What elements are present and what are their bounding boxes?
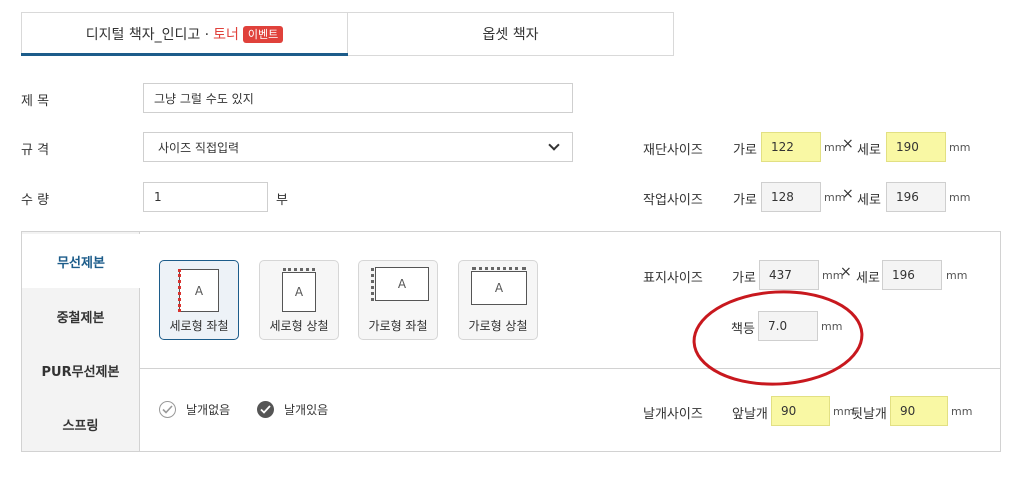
back-wing-label: 뒷날개 — [851, 407, 887, 422]
cover-height-value: 196 — [882, 260, 942, 290]
qty-unit: 부 — [276, 193, 288, 208]
binding-pur[interactable]: PUR무선제본 — [22, 343, 139, 397]
qty-label: 수 량 — [21, 193, 50, 208]
times-sign: × — [842, 136, 854, 152]
option-portrait-left[interactable]: A 세로형 좌철 — [159, 260, 239, 340]
spec-select-value: 사이즈 직접입력 — [158, 140, 240, 155]
cover-size-label: 표지사이즈 — [643, 271, 703, 286]
option-label: 세로형 상철 — [269, 319, 329, 333]
option-landscape-top[interactable]: A 가로형 상철 — [458, 260, 538, 340]
binding-perfect[interactable]: 무선제본 — [22, 234, 140, 288]
tab-offset-booklet[interactable]: 옵셋 책자 — [348, 13, 673, 55]
spec-label: 규 격 — [21, 143, 50, 158]
option-label: 가로형 좌철 — [368, 319, 428, 333]
work-width-value: 128 — [761, 182, 821, 212]
product-tabs: 디지털 책자_인디고 · 토너 이벤트 옵셋 책자 — [21, 12, 674, 56]
tab-digital-label: 디지털 책자_인디고 · — [85, 27, 210, 43]
check-circle-filled-icon — [257, 401, 274, 418]
qty-input[interactable]: 1 — [143, 182, 268, 212]
work-size-label: 작업사이즈 — [643, 193, 703, 208]
work-height-label: 세로 — [857, 193, 881, 208]
option-label: 가로형 상철 — [468, 319, 528, 333]
binding-spring[interactable]: 스프링 — [22, 397, 139, 451]
work-width-label: 가로 — [733, 193, 757, 208]
landscape-doc-icon: A — [375, 267, 429, 301]
spec-select[interactable]: 사이즈 직접입력 — [143, 132, 573, 162]
wing-yes-label: 날개있음 — [284, 403, 329, 417]
cut-height-label: 세로 — [857, 143, 881, 158]
chevron-down-icon — [548, 139, 560, 151]
back-wing-unit: mm — [951, 405, 973, 418]
cut-size-label: 재단사이즈 — [643, 143, 703, 158]
left-binding-mark — [178, 269, 181, 312]
cover-height-unit: mm — [946, 269, 968, 282]
check-circle-icon — [159, 401, 176, 418]
option-landscape-left[interactable]: A 가로형 좌철 — [358, 260, 438, 340]
wing-none-radio[interactable]: 날개없음 — [159, 401, 230, 418]
cut-width-label: 가로 — [733, 143, 757, 158]
wing-yes-radio[interactable]: 날개있음 — [257, 401, 328, 418]
front-wing-label: 앞날개 — [732, 407, 768, 422]
landscape-doc-icon: A — [471, 271, 527, 305]
back-wing-input[interactable]: 90 — [890, 396, 948, 426]
work-height-unit: mm — [949, 191, 971, 204]
wing-none-label: 날개없음 — [186, 403, 231, 417]
portrait-doc-icon: A — [282, 272, 316, 312]
title-input[interactable]: 그냥 그럴 수도 있지 — [143, 83, 573, 113]
title-label: 제 목 — [21, 94, 50, 109]
event-badge: 이벤트 — [242, 25, 284, 43]
top-binding-mark — [472, 267, 526, 270]
cover-height-label: 세로 — [856, 271, 880, 286]
option-label: 세로형 좌철 — [169, 319, 229, 333]
tab-digital-toner: 토너 — [213, 27, 239, 43]
binding-saddle[interactable]: 중철제본 — [22, 289, 139, 343]
times-sign: × — [842, 186, 854, 202]
panel-divider — [140, 368, 1000, 369]
portrait-doc-icon: A — [179, 269, 219, 312]
binding-sidebar: 무선제본 중철제본 PUR무선제본 스프링 — [22, 232, 140, 451]
option-portrait-top[interactable]: A 세로형 상철 — [259, 260, 339, 340]
cut-width-input[interactable]: 122 — [761, 132, 821, 162]
times-sign: × — [840, 264, 852, 280]
tab-digital-booklet[interactable]: 디지털 책자_인디고 · 토너 이벤트 — [21, 13, 348, 56]
annotation-ellipse — [692, 290, 864, 386]
front-wing-input[interactable]: 90 — [771, 396, 830, 426]
cut-height-unit: mm — [949, 141, 971, 154]
work-height-value: 196 — [886, 182, 946, 212]
binding-panel: 무선제본 중철제본 PUR무선제본 스프링 A 세로형 좌철 A 세로형 상철 … — [21, 231, 1001, 452]
cut-height-input[interactable]: 190 — [886, 132, 946, 162]
wing-size-label: 날개사이즈 — [643, 407, 703, 422]
top-binding-mark — [283, 268, 315, 271]
cover-width-label: 가로 — [732, 271, 756, 286]
left-binding-mark — [371, 268, 374, 301]
